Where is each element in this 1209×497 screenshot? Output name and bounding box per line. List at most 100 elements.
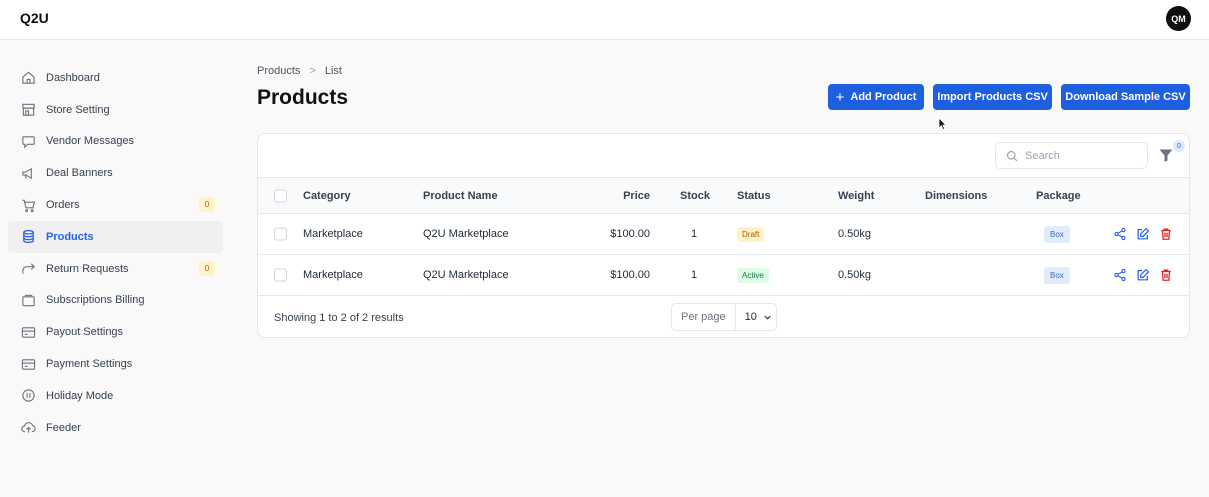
- products-table-card: 0 Category Product Name Price Stock Stat…: [257, 133, 1190, 338]
- sidebar-item-label: Dashboard: [46, 71, 100, 84]
- sidebar-item-label: Payout Settings: [46, 326, 124, 339]
- card-icon: [21, 357, 36, 372]
- edit-icon[interactable]: [1136, 268, 1150, 282]
- sidebar-item-orders[interactable]: Orders 0: [8, 189, 223, 221]
- store-icon: [21, 102, 36, 117]
- breadcrumb-products-link[interactable]: Products: [257, 65, 300, 77]
- per-page-value[interactable]: 10: [736, 311, 772, 323]
- sidebar-item-dashboard[interactable]: Dashboard: [8, 62, 223, 94]
- breadcrumb: Products > List: [257, 65, 342, 77]
- column-header-package[interactable]: Package: [1036, 190, 1081, 202]
- add-product-button[interactable]: + Add Product: [828, 84, 924, 110]
- column-header-stock[interactable]: Stock: [680, 190, 710, 202]
- sidebar-item-label: Deal Banners: [46, 167, 113, 180]
- pause-icon: [21, 388, 36, 403]
- import-products-csv-button[interactable]: Import Products CSV: [933, 84, 1052, 110]
- chevron-down-icon: [764, 315, 771, 320]
- package-badge: Box: [1044, 226, 1070, 243]
- column-header-product-name[interactable]: Product Name: [423, 190, 498, 202]
- column-header-price[interactable]: Price: [623, 190, 650, 202]
- per-page-label: Per page: [672, 304, 736, 330]
- search-icon: [1006, 150, 1018, 161]
- row-checkbox[interactable]: [274, 268, 287, 282]
- cart-icon: [21, 198, 36, 213]
- message-icon: [21, 134, 36, 149]
- billing-icon: [21, 293, 36, 308]
- cell-weight: 0.50kg: [838, 269, 872, 281]
- cell-category: Marketplace: [303, 269, 363, 281]
- table-row: Marketplace Q2U Marketplace $100.00 1 Ac…: [258, 254, 1189, 295]
- sidebar-item-vendor-messages[interactable]: Vendor Messages: [8, 126, 223, 158]
- share-icon[interactable]: [1113, 268, 1127, 282]
- table-footer: Showing 1 to 2 of 2 results Per page 10: [258, 295, 1189, 338]
- edit-icon[interactable]: [1136, 227, 1150, 241]
- sidebar-item-products[interactable]: Products: [8, 220, 223, 253]
- pagination-summary: Showing 1 to 2 of 2 results: [274, 312, 404, 324]
- table-row: Marketplace Q2U Marketplace $100.00 1 Dr…: [258, 213, 1189, 254]
- column-header-weight[interactable]: Weight: [838, 190, 874, 202]
- plus-icon: +: [835, 88, 845, 106]
- share-icon[interactable]: [1113, 227, 1127, 241]
- sidebar-item-label: Subscriptions Billing: [46, 294, 145, 307]
- search-box[interactable]: [995, 142, 1148, 169]
- sidebar-item-subscriptions-billing[interactable]: Subscriptions Billing: [8, 285, 223, 317]
- user-avatar[interactable]: QM: [1166, 6, 1191, 31]
- sidebar-item-store-setting[interactable]: Store Setting: [8, 94, 223, 126]
- select-all-checkbox[interactable]: [274, 189, 287, 202]
- app-logo[interactable]: Q2U: [20, 10, 49, 26]
- database-icon: [21, 229, 36, 244]
- sidebar-item-payment-settings[interactable]: Payment Settings: [8, 348, 223, 380]
- column-header-category[interactable]: Category: [303, 190, 351, 202]
- sidebar-item-label: Payment Settings: [46, 358, 133, 371]
- home-icon: [21, 70, 36, 85]
- delete-icon[interactable]: [1159, 227, 1173, 241]
- sidebar-item-label: Return Requests: [46, 262, 129, 275]
- delete-icon[interactable]: [1159, 268, 1173, 282]
- cell-stock: 1: [691, 269, 698, 281]
- breadcrumb-current: List: [324, 65, 342, 77]
- return-arrow-icon: [21, 261, 36, 276]
- cell-price: $100.00: [610, 269, 650, 281]
- return-requests-count-badge: 0: [199, 260, 215, 276]
- search-input[interactable]: [1025, 149, 1135, 162]
- page-title: Products: [257, 86, 349, 109]
- status-badge-text: Draft: [737, 227, 765, 242]
- sidebar-item-holiday-mode[interactable]: Holiday Mode: [8, 380, 223, 412]
- cell-weight: 0.50kg: [838, 228, 872, 240]
- package-badge-text: Box: [1044, 267, 1070, 284]
- orders-count-badge: 0: [199, 197, 215, 213]
- row-checkbox[interactable]: [274, 227, 287, 241]
- per-page-value-text: 10: [744, 311, 757, 323]
- sidebar-item-label: Holiday Mode: [46, 389, 114, 402]
- sidebar-item-deal-banners[interactable]: Deal Banners: [8, 157, 223, 189]
- mouse-cursor-icon: [938, 117, 947, 131]
- sidebar-item-label: Store Setting: [46, 103, 110, 116]
- cell-price: $100.00: [610, 228, 650, 240]
- column-header-status[interactable]: Status: [737, 190, 771, 202]
- package-badge: Box: [1044, 267, 1070, 284]
- sidebar-item-label: Orders: [46, 199, 80, 212]
- column-header-dimensions[interactable]: Dimensions: [925, 190, 987, 202]
- add-product-label: Add Product: [850, 91, 917, 103]
- top-bar: Q2U QM: [0, 0, 1209, 40]
- sidebar-item-label: Vendor Messages: [46, 135, 135, 148]
- status-badge: Draft: [737, 227, 765, 242]
- products-table: Category Product Name Price Stock Status…: [258, 177, 1189, 295]
- sidebar-item-feeder[interactable]: Feeder: [8, 412, 223, 444]
- cell-stock: 1: [691, 228, 698, 240]
- cell-product-name: Q2U Marketplace: [423, 228, 509, 240]
- card-icon: [21, 325, 36, 340]
- sidebar-item-label: Products: [46, 230, 94, 243]
- sidebar-item-label: Feeder: [46, 421, 81, 434]
- breadcrumb-separator: >: [309, 65, 316, 77]
- per-page-select[interactable]: Per page 10: [671, 303, 777, 331]
- status-badge-text: Active: [737, 268, 769, 283]
- sidebar: Dashboard Store Setting Vendor Messages …: [8, 62, 223, 444]
- sidebar-item-return-requests[interactable]: Return Requests 0: [8, 253, 223, 285]
- upload-cloud-icon: [21, 420, 36, 435]
- download-sample-csv-button[interactable]: Download Sample CSV: [1061, 84, 1190, 110]
- status-badge: Active: [737, 268, 769, 283]
- filter-icon[interactable]: [1158, 147, 1174, 163]
- sidebar-item-payout-settings[interactable]: Payout Settings: [8, 316, 223, 348]
- cell-product-name: Q2U Marketplace: [423, 269, 509, 281]
